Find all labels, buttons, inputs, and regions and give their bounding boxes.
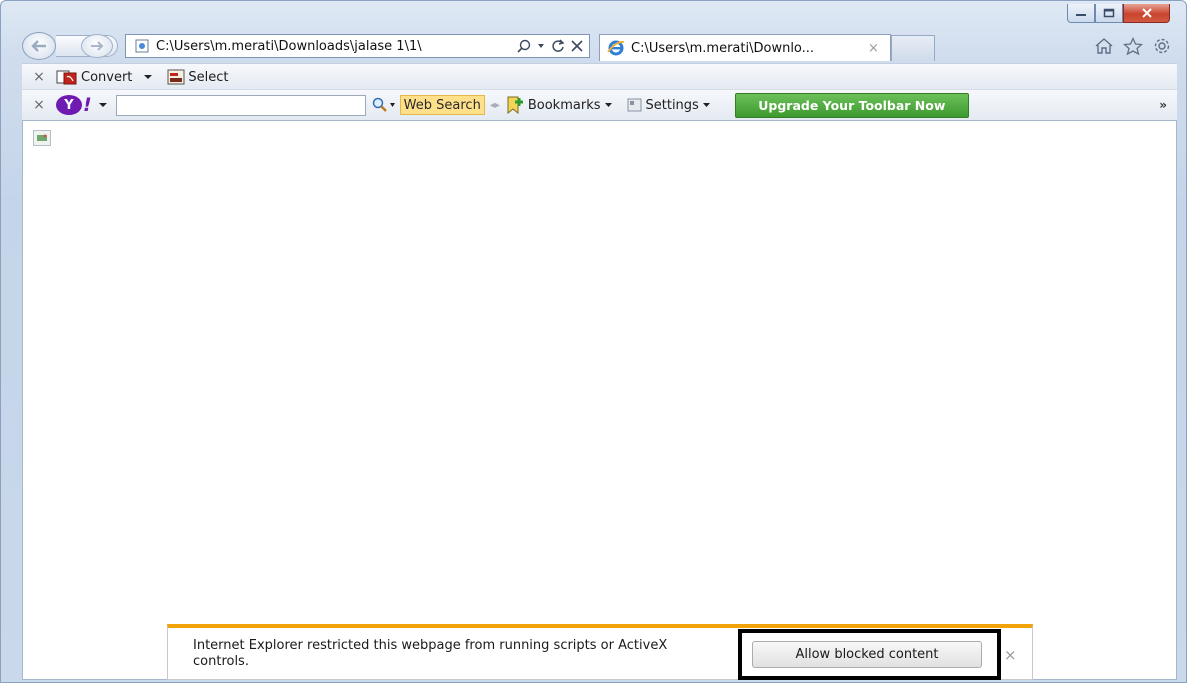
toolbar-close-icon[interactable]: × [22,97,56,113]
chevron-down-icon [702,103,710,107]
search-icon[interactable] [516,39,531,54]
web-search-button[interactable]: Web Search [399,95,485,115]
address-tools [516,39,589,54]
yahoo-exclamation-icon: ! [83,94,92,116]
bookmarks-button[interactable]: Bookmarks [505,96,613,114]
tab-close-icon[interactable]: × [868,41,882,56]
yahoo-logo[interactable]: Y ! [56,94,92,116]
ie-logo-icon [607,40,625,56]
favorites-star-icon[interactable] [1123,37,1143,55]
yahoo-search-input[interactable] [115,94,366,116]
more-chevron-icon[interactable]: » [1159,98,1167,112]
broken-image-icon [33,130,51,146]
page-content [22,120,1177,680]
back-button[interactable] [22,32,56,60]
settings-icon [627,98,641,112]
address-bar[interactable]: C:\Users\m.merati\Downloads\jalase 1\1\ [125,34,590,58]
forward-arrow-icon [91,41,104,51]
broken-image-glyph-icon [37,134,47,141]
maximize-button[interactable] [1095,4,1123,23]
pdf-convert-icon [56,70,77,85]
select-button[interactable]: Select [167,69,229,85]
bookmarks-label: Bookmarks [527,97,601,113]
settings-button[interactable]: Settings [627,98,711,113]
forward-button[interactable] [81,34,113,58]
stop-icon[interactable] [571,40,583,52]
tools-gear-icon[interactable] [1152,37,1172,55]
notification-close-icon[interactable]: × [1004,646,1017,664]
convert-label: Convert [81,69,133,85]
yahoo-y-icon: Y [56,95,82,115]
new-tab-button[interactable] [891,35,935,61]
dropdown-icon[interactable] [537,43,545,49]
back-arrow-icon [31,40,46,52]
maximize-icon [1103,8,1115,18]
tab-title: C:\Users\m.merati\Downlo... [631,40,815,56]
notification-message: Internet Explorer restricted this webpag… [193,638,668,669]
acrobat-toolbar: × Convert Select [22,63,1177,90]
minimize-icon [1076,14,1086,16]
browser-window: C:\Users\m.merati\Downloads\jalase 1\1\ … [0,0,1187,683]
command-icons [1094,37,1172,55]
select-label: Select [188,69,229,85]
toolbar-close-icon[interactable]: × [22,69,56,85]
page-icon [135,39,149,53]
chevron-down-icon [604,103,612,107]
window-caption-buttons [1067,4,1170,25]
bookmarks-icon [507,96,523,114]
close-icon [1141,8,1152,18]
minimize-button[interactable] [1067,4,1095,23]
refresh-icon[interactable] [551,39,565,53]
convert-button[interactable]: Convert [56,69,153,85]
search-options-button[interactable] [372,97,396,113]
select-icon [167,69,185,85]
yahoo-menu-chevron-down-icon[interactable] [98,101,108,109]
allow-blocked-content-button[interactable]: Allow blocked content [752,641,982,668]
chevron-down-icon [389,103,395,107]
chevron-down-icon[interactable] [135,73,153,81]
toolbar-separator-icon: ◂▸ [489,99,500,111]
magnifier-icon [372,97,387,112]
settings-label: Settings [645,97,699,113]
address-url[interactable]: C:\Users\m.merati\Downloads\jalase 1\1\ [156,39,516,54]
yahoo-toolbar: × Y ! Web Search ◂▸ Bookmarks Settings U… [22,89,1177,121]
tab-active[interactable]: C:\Users\m.merati\Downlo... × [599,34,891,61]
upgrade-toolbar-button[interactable]: Upgrade Your Toolbar Now [734,92,969,118]
home-icon[interactable] [1094,37,1114,55]
navigation-row: C:\Users\m.merati\Downloads\jalase 1\1\ … [1,31,1187,61]
close-window-button[interactable] [1123,4,1170,23]
